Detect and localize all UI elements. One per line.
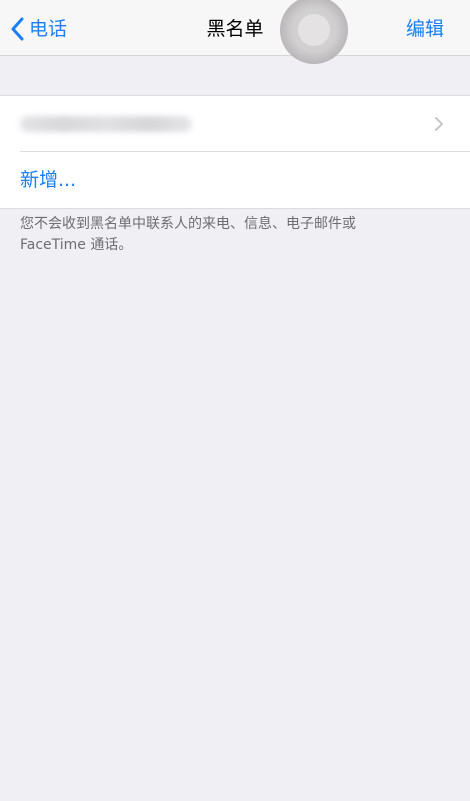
navigation-bar: 电话 黑名单 编辑 xyxy=(0,0,470,56)
blocked-contact-row[interactable] xyxy=(0,96,470,152)
add-new-row[interactable]: 新增... xyxy=(0,152,470,208)
phone-screen: 电话 黑名单 编辑 新增... 您不会收到黑名单中联系人的来电、信息、电子邮件或… xyxy=(0,0,470,801)
footer-description: 您不会收到黑名单中联系人的来电、信息、电子邮件或 FaceTime 通话。 xyxy=(20,214,440,256)
blocked-list: 新增... xyxy=(0,95,470,209)
assistive-touch-inner xyxy=(298,14,330,46)
add-new-button[interactable]: 新增... xyxy=(20,152,76,208)
footer-description-line-2: FaceTime 通话。 xyxy=(20,237,133,253)
footer-description-line-1: 您不会收到黑名单中联系人的来电、信息、电子邮件或 xyxy=(20,216,356,232)
chevron-right-icon xyxy=(434,116,444,136)
blurred-phone-number xyxy=(20,116,192,132)
edit-button[interactable]: 编辑 xyxy=(406,14,444,44)
page-title: 黑名单 xyxy=(206,18,264,40)
